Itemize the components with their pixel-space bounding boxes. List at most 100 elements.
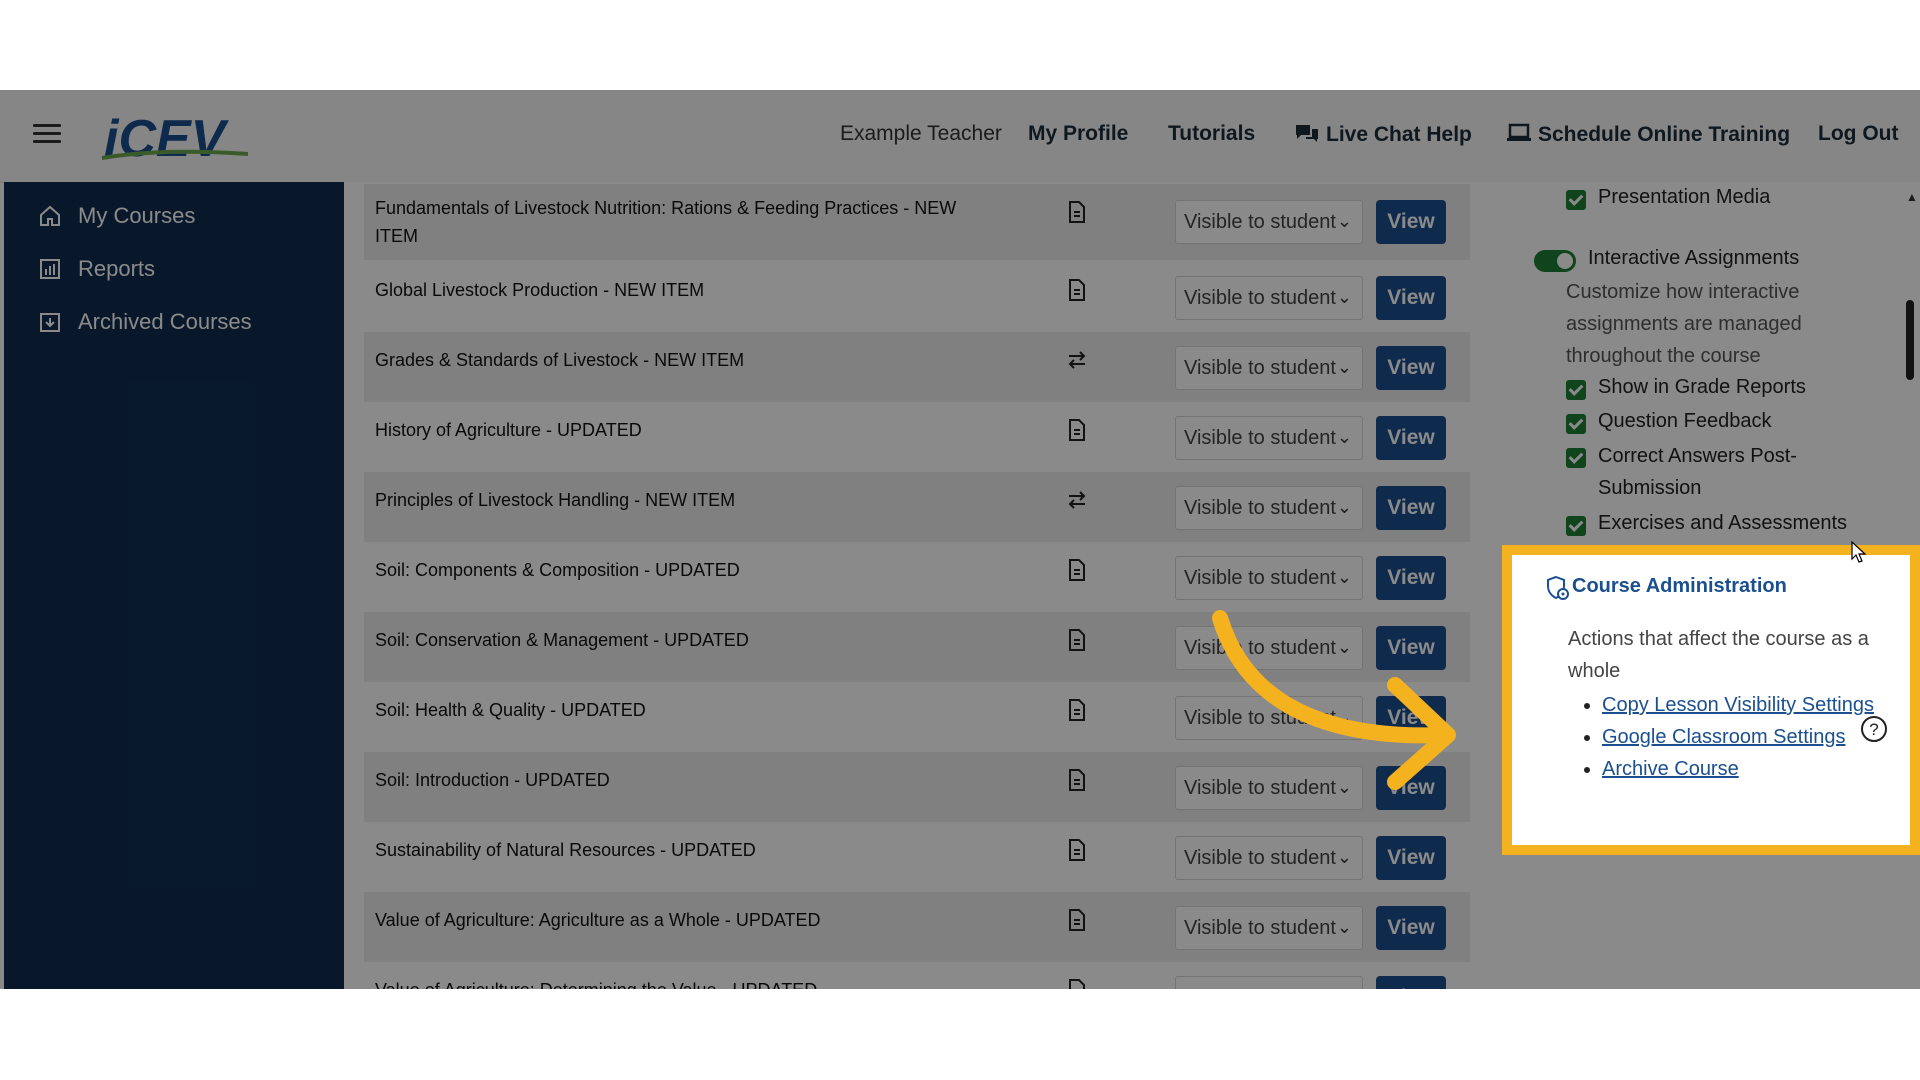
laptop-icon xyxy=(1507,123,1531,141)
lesson-title: Grades & Standards of Livestock - NEW IT… xyxy=(375,350,745,370)
shield-gear-icon xyxy=(1547,575,1569,600)
view-button[interactable]: View xyxy=(1376,346,1446,390)
table-row: Principles of Livestock Handling - NEW I… xyxy=(364,472,1470,542)
svg-text:?: ? xyxy=(1869,720,1878,739)
document-icon xyxy=(1069,629,1085,651)
schedule-training-link[interactable]: Schedule Online Training xyxy=(1506,122,1790,147)
lesson-title: Value of Agriculture: Determining the Va… xyxy=(375,976,965,989)
table-row: Fundamentals of Livestock Nutrition: Rat… xyxy=(364,184,1470,260)
checkbox-question-feedback[interactable] xyxy=(1566,414,1586,434)
document-icon xyxy=(1069,699,1085,721)
lesson-title: Principles of Livestock Handling - NEW I… xyxy=(375,490,736,510)
correct-answers-label: Correct Answers Post-Submission xyxy=(1598,445,1797,499)
list-item: Copy Lesson Visibility Settings xyxy=(1602,689,1892,721)
view-button[interactable]: View xyxy=(1376,836,1446,880)
view-button[interactable]: View xyxy=(1376,976,1446,989)
view-button[interactable]: View xyxy=(1376,486,1446,530)
top-header: iCEV Example Teacher My Profile Tutorial… xyxy=(0,90,1920,183)
view-button[interactable]: View xyxy=(1376,906,1446,950)
visibility-select[interactable]: Visible to student⌄ xyxy=(1175,346,1363,390)
hamburger-menu-icon[interactable] xyxy=(33,124,61,146)
visibility-select[interactable]: Visible to student⌄ xyxy=(1175,276,1363,320)
presentation-media-label: Presentation Media xyxy=(1598,186,1771,208)
scrollbar-thumb[interactable] xyxy=(1906,300,1914,380)
sidebar-item-label: Reports xyxy=(78,256,156,281)
lesson-title: Soil: Health & Quality - UPDATED xyxy=(375,700,646,720)
my-profile-link[interactable]: My Profile xyxy=(1028,122,1128,146)
document-icon xyxy=(1069,419,1085,441)
visibility-select[interactable]: Visible to student⌄ xyxy=(1175,416,1363,460)
interactive-assignments-description: Customize how interactive assignments ar… xyxy=(1566,281,1802,367)
swap-icon xyxy=(1068,351,1086,369)
view-button[interactable]: View xyxy=(1376,276,1446,320)
visibility-select[interactable]: Visible to student⌄ xyxy=(1175,836,1363,880)
google-classroom-settings-link[interactable]: Google Classroom Settings xyxy=(1602,726,1845,748)
sidebar: My Courses Reports Archived Courses xyxy=(4,182,344,989)
table-row: Value of Agriculture: Determining the Va… xyxy=(364,962,1470,989)
view-button[interactable]: View xyxy=(1376,200,1446,244)
log-out-link[interactable]: Log Out xyxy=(1818,122,1898,146)
document-icon xyxy=(1069,839,1085,861)
visibility-select[interactable]: Visible to student⌄ xyxy=(1175,906,1363,950)
course-administration-links: Copy Lesson Visibility Settings Google C… xyxy=(1568,689,1892,785)
document-icon xyxy=(1069,769,1085,791)
course-administration-title: Course Administration xyxy=(1572,575,1787,597)
archive-course-link[interactable]: Archive Course xyxy=(1602,758,1739,780)
lesson-title: Soil: Components & Composition - UPDATED xyxy=(375,560,740,580)
document-icon xyxy=(1069,909,1085,931)
lesson-title: Soil: Conservation & Management - UPDATE… xyxy=(375,630,749,650)
table-row: Grades & Standards of Livestock - NEW IT… xyxy=(364,332,1470,402)
table-row: Sustainability of Natural Resources - UP… xyxy=(364,822,1470,892)
course-administration-description: Actions that affect the course as a whol… xyxy=(1568,628,1869,682)
visibility-select[interactable]: Visible to student⌄ xyxy=(1175,200,1363,244)
live-chat-link[interactable]: Live Chat Help xyxy=(1294,122,1472,147)
help-icon[interactable]: ? xyxy=(1860,715,1888,743)
list-item: Archive Course xyxy=(1602,753,1892,785)
visibility-select[interactable]: Visible to student⌄ xyxy=(1175,556,1363,600)
course-administration-card: Course Administration Actions that affec… xyxy=(1502,545,1920,855)
chart-icon xyxy=(40,259,60,279)
home-icon xyxy=(40,205,60,226)
question-feedback-label: Question Feedback xyxy=(1598,410,1772,432)
lesson-title: History of Agriculture - UPDATED xyxy=(375,420,642,440)
swap-icon xyxy=(1068,491,1086,509)
checkbox-show-grade-reports[interactable] xyxy=(1566,380,1586,400)
interactive-assignments-label: Interactive Assignments xyxy=(1588,247,1800,269)
list-item: Google Classroom Settings xyxy=(1602,721,1892,753)
scroll-up-icon[interactable]: ▲ xyxy=(1906,190,1918,204)
lesson-title: Soil: Introduction - UPDATED xyxy=(375,770,610,790)
chat-icon xyxy=(1296,125,1318,142)
checkbox-correct-answers[interactable] xyxy=(1566,448,1586,468)
archive-icon xyxy=(40,313,60,332)
view-button[interactable]: View xyxy=(1376,416,1446,460)
user-name: Example Teacher xyxy=(840,122,1002,145)
checkbox-exercises-assessments[interactable] xyxy=(1566,516,1586,536)
document-icon xyxy=(1069,201,1085,223)
view-button[interactable]: View xyxy=(1376,556,1446,600)
lesson-title: Sustainability of Natural Resources - UP… xyxy=(375,840,756,860)
copy-lesson-visibility-link[interactable]: Copy Lesson Visibility Settings xyxy=(1602,694,1874,716)
table-row: Global Livestock Production - NEW ITEM V… xyxy=(364,262,1470,332)
arrow-annotation-icon xyxy=(1212,610,1456,790)
exercises-assessments-label: Exercises and Assessments xyxy=(1598,512,1847,534)
document-icon xyxy=(1069,979,1085,989)
mouse-cursor-icon xyxy=(1851,540,1867,563)
visibility-select[interactable]: Visible to student⌄ xyxy=(1175,976,1363,989)
icev-logo[interactable]: iCEV xyxy=(100,108,250,168)
lesson-list: Fundamentals of Livestock Nutrition: Rat… xyxy=(344,182,1470,989)
svg-text:iCEV: iCEV xyxy=(104,110,230,168)
document-icon xyxy=(1069,279,1085,301)
sidebar-item-label: My Courses xyxy=(78,203,196,228)
table-row: History of Agriculture - UPDATED Visible… xyxy=(364,402,1470,472)
table-row: Value of Agriculture: Agriculture as a W… xyxy=(364,892,1470,962)
visibility-select[interactable]: Visible to student⌄ xyxy=(1175,486,1363,530)
sidebar-item-label: Archived Courses xyxy=(78,309,252,334)
show-grade-reports-label: Show in Grade Reports xyxy=(1598,376,1806,398)
tutorials-link[interactable]: Tutorials xyxy=(1168,122,1255,146)
checkbox-presentation-media[interactable] xyxy=(1566,190,1586,210)
lesson-title: Value of Agriculture: Agriculture as a W… xyxy=(375,910,821,930)
interactive-assignments-toggle[interactable] xyxy=(1534,250,1576,272)
lesson-title: Global Livestock Production - NEW ITEM xyxy=(375,280,705,300)
document-icon xyxy=(1069,559,1085,581)
lesson-title: Fundamentals of Livestock Nutrition: Rat… xyxy=(375,198,957,246)
